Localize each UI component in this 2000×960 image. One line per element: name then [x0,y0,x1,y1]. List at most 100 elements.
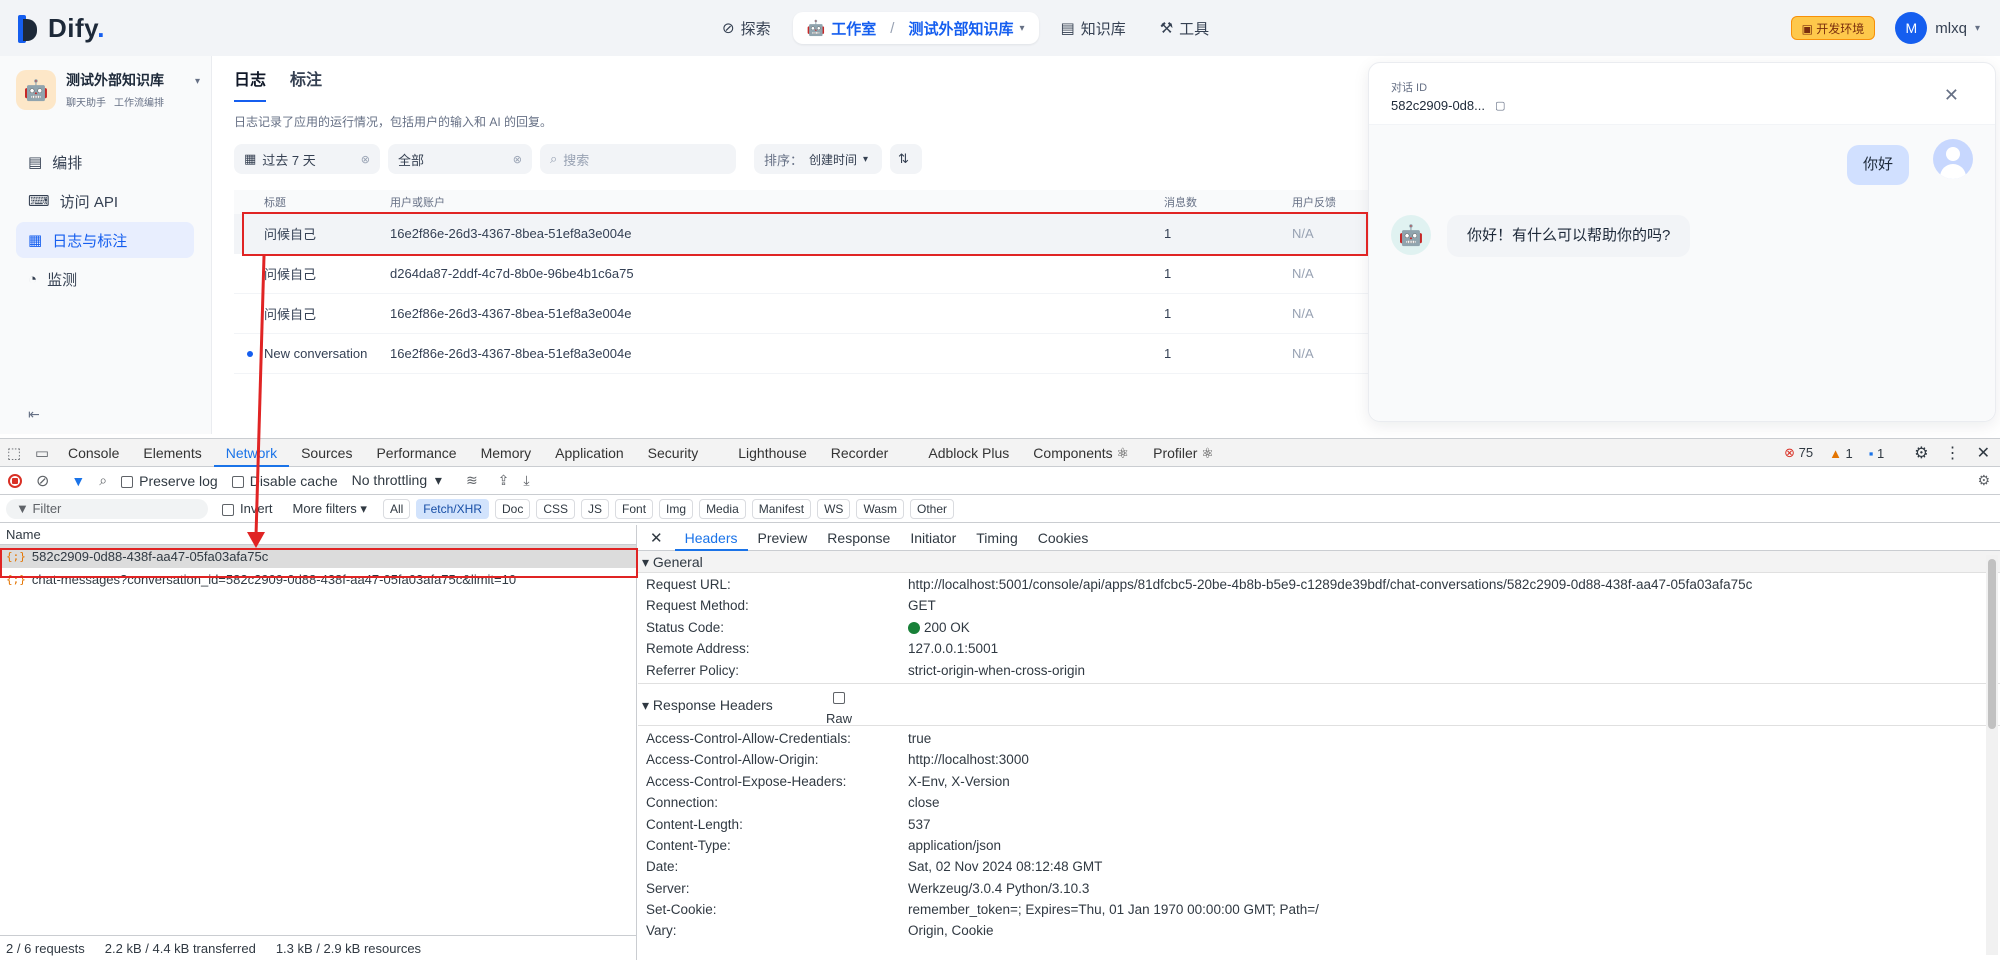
app-breadcrumb[interactable]: 测试外部知识库 [908,18,1013,39]
chip-ws[interactable]: WS [817,498,851,519]
nav-knowledge[interactable]: ▤ 知识库 [1049,12,1138,44]
search-icon[interactable]: ⌕ [99,472,107,489]
tab-recorder[interactable]: Recorder [819,439,901,467]
app-selector[interactable]: 🤖 测试外部知识库 聊天助手 工作流编排 ▾ [16,70,200,114]
record-stop-icon[interactable] [8,473,22,488]
info-count[interactable]: ▪ 1 [1869,446,1884,461]
chevron-down-icon[interactable]: ▾ [1019,23,1024,34]
dify-logo[interactable]: Dify. [18,13,105,44]
chip-fetch-xhr[interactable]: Fetch/XHR [416,498,489,519]
tab-sources[interactable]: Sources [289,439,364,467]
table-row[interactable]: 问候自己 16e2f86e-26d3-4367-8bea-51ef8a3e004… [234,294,1368,334]
collapse-sidebar-icon[interactable]: ⇤ [28,406,40,423]
error-count[interactable]: ⊗ 75 [1784,445,1813,461]
chip-wasm[interactable]: Wasm [856,498,905,519]
chevron-down-icon[interactable]: ▾ [195,76,200,114]
header-row: Request URL: http://localhost:5001/consol… [646,577,1753,592]
row-title-cell: New conversation [234,346,390,361]
request-detail: ✕ Headers Preview Response Initiator Tim… [638,525,2000,960]
tab-logs[interactable]: 日志 [234,66,267,102]
sort-select[interactable]: 排序： 创建时间 ▾ [754,144,882,174]
more-filters-dropdown[interactable]: More filters ▾ [293,501,367,517]
table-row[interactable]: 问候自己 d264da87-2ddf-4c7d-8b0e-96be4b1c6a7… [234,254,1368,294]
period-filter[interactable]: ▦ 过去 7 天 ⊗ [234,144,380,174]
user-menu[interactable]: M mlxq ▾ [1895,12,1980,44]
raw-toggle[interactable]: Raw [826,686,852,730]
table-row[interactable]: New conversation 16e2f86e-26d3-4367-8bea… [234,334,1368,374]
status-filter[interactable]: 全部 ⊗ [388,144,532,174]
clear-log-icon[interactable]: ⊘ [36,471,49,491]
detail-scrollbar[interactable] [1986,555,1998,955]
tab-application[interactable]: Application [543,439,636,467]
network-conditions-icon[interactable]: ≋ [466,472,478,489]
nav-tools[interactable]: ⚒ 工具 [1148,12,1221,44]
preserve-log-checkbox[interactable]: Preserve log [121,473,218,489]
close-devtools-icon[interactable]: ✕ [1977,443,1990,463]
tab-network[interactable]: Network [213,439,290,467]
nav-explore[interactable]: ⊘ 探索 [710,12,783,44]
clear-icon[interactable]: ⊗ [361,153,370,166]
resources-size: 1.3 kB / 2.9 kB resources [275,941,422,956]
tab-timing[interactable]: Timing [966,525,1028,551]
nav-knowledge-label: 知识库 [1080,20,1126,38]
chip-manifest[interactable]: Manifest [751,498,812,519]
tab-adblock[interactable]: Adblock Plus [916,439,1021,467]
sidebar-item-api[interactable]: ⌨ 访问 API [16,183,194,219]
tab-headers[interactable]: Headers [674,525,748,551]
more-vertical-icon[interactable]: ⋮ [1945,443,1961,463]
filter-input[interactable]: ▼ Filter [6,498,208,519]
tab-console[interactable]: Console [56,439,131,467]
tab-response[interactable]: Response [817,525,900,551]
tab-annotations[interactable]: 标注 [290,66,322,102]
download-har-icon[interactable]: ⤓ [523,472,529,489]
invert-checkbox[interactable]: Invert [222,501,273,516]
row-feedback: N/A [1292,266,1314,281]
sort-order-icon[interactable]: ⇅ [890,144,922,174]
chip-other[interactable]: Other [910,498,955,519]
throttling-select[interactable]: No throttling ▾ [352,472,442,489]
settings-gear-icon[interactable]: ⚙ [1914,443,1928,463]
sidebar-item-monitor[interactable]: ◔ 监测 [16,261,194,297]
tab-cookies[interactable]: Cookies [1028,525,1099,551]
device-toolbar-icon[interactable]: ▭ [28,444,56,462]
warning-count[interactable]: ▲ 1 [1829,446,1853,461]
tab-lighthouse[interactable]: Lighthouse [726,439,819,467]
filter-funnel-icon[interactable]: ▼ [71,473,85,489]
close-detail-icon[interactable]: ✕ [638,529,675,547]
chip-media[interactable]: Media [699,498,746,519]
request-count: 2 / 6 requests [6,941,85,956]
chip-js[interactable]: JS [581,498,610,519]
chip-font[interactable]: Font [615,498,654,519]
name-column-header[interactable]: Name [0,525,636,545]
close-icon[interactable]: ✕ [1944,85,1959,106]
chip-css[interactable]: CSS [536,498,576,519]
response-headers-section-header[interactable]: ▾ Response Headers Raw [638,683,2000,726]
clear-icon[interactable]: ⊗ [513,153,522,166]
breadcrumb-separator: / [890,19,895,37]
sidebar-item-logs[interactable]: ▦ 日志与标注 [16,222,194,258]
tab-profiler[interactable]: Profiler ⚛ [1141,439,1226,467]
disable-cache-checkbox[interactable]: Disable cache [231,473,338,489]
inspect-element-icon[interactable]: ⬚ [0,444,28,462]
copy-icon[interactable]: ▢ [1495,99,1505,112]
transferred-size: 2.2 kB / 4.4 kB transferred [104,941,256,956]
nav-studio[interactable]: 🤖 工作室 / 测试外部知识库 ▾ [792,12,1039,44]
tab-memory[interactable]: Memory [469,439,544,467]
chip-doc[interactable]: Doc [494,498,531,519]
general-section-header[interactable]: ▾ General [638,551,2000,573]
conversation-id: 582c2909-0d8... [1391,98,1485,113]
chip-img[interactable]: Img [659,498,694,519]
tab-components[interactable]: Components ⚛ [1021,439,1141,467]
tab-performance[interactable]: Performance [364,439,468,467]
sidebar-item-orchestrate[interactable]: ▤ 编排 [16,144,194,180]
tab-security[interactable]: Security [636,439,711,467]
bot-avatar: 🤖 [1391,215,1431,255]
tab-elements[interactable]: Elements [131,439,213,467]
search-input[interactable]: ⌕ 搜索 [540,144,736,174]
sort-value: 创建时间 [809,152,858,167]
upload-har-icon[interactable]: ⇪ [498,472,510,489]
network-settings-icon[interactable]: ⚙ [1977,472,1990,489]
tab-preview[interactable]: Preview [748,525,818,551]
tab-initiator[interactable]: Initiator [900,525,966,551]
chip-all[interactable]: All [382,498,411,519]
